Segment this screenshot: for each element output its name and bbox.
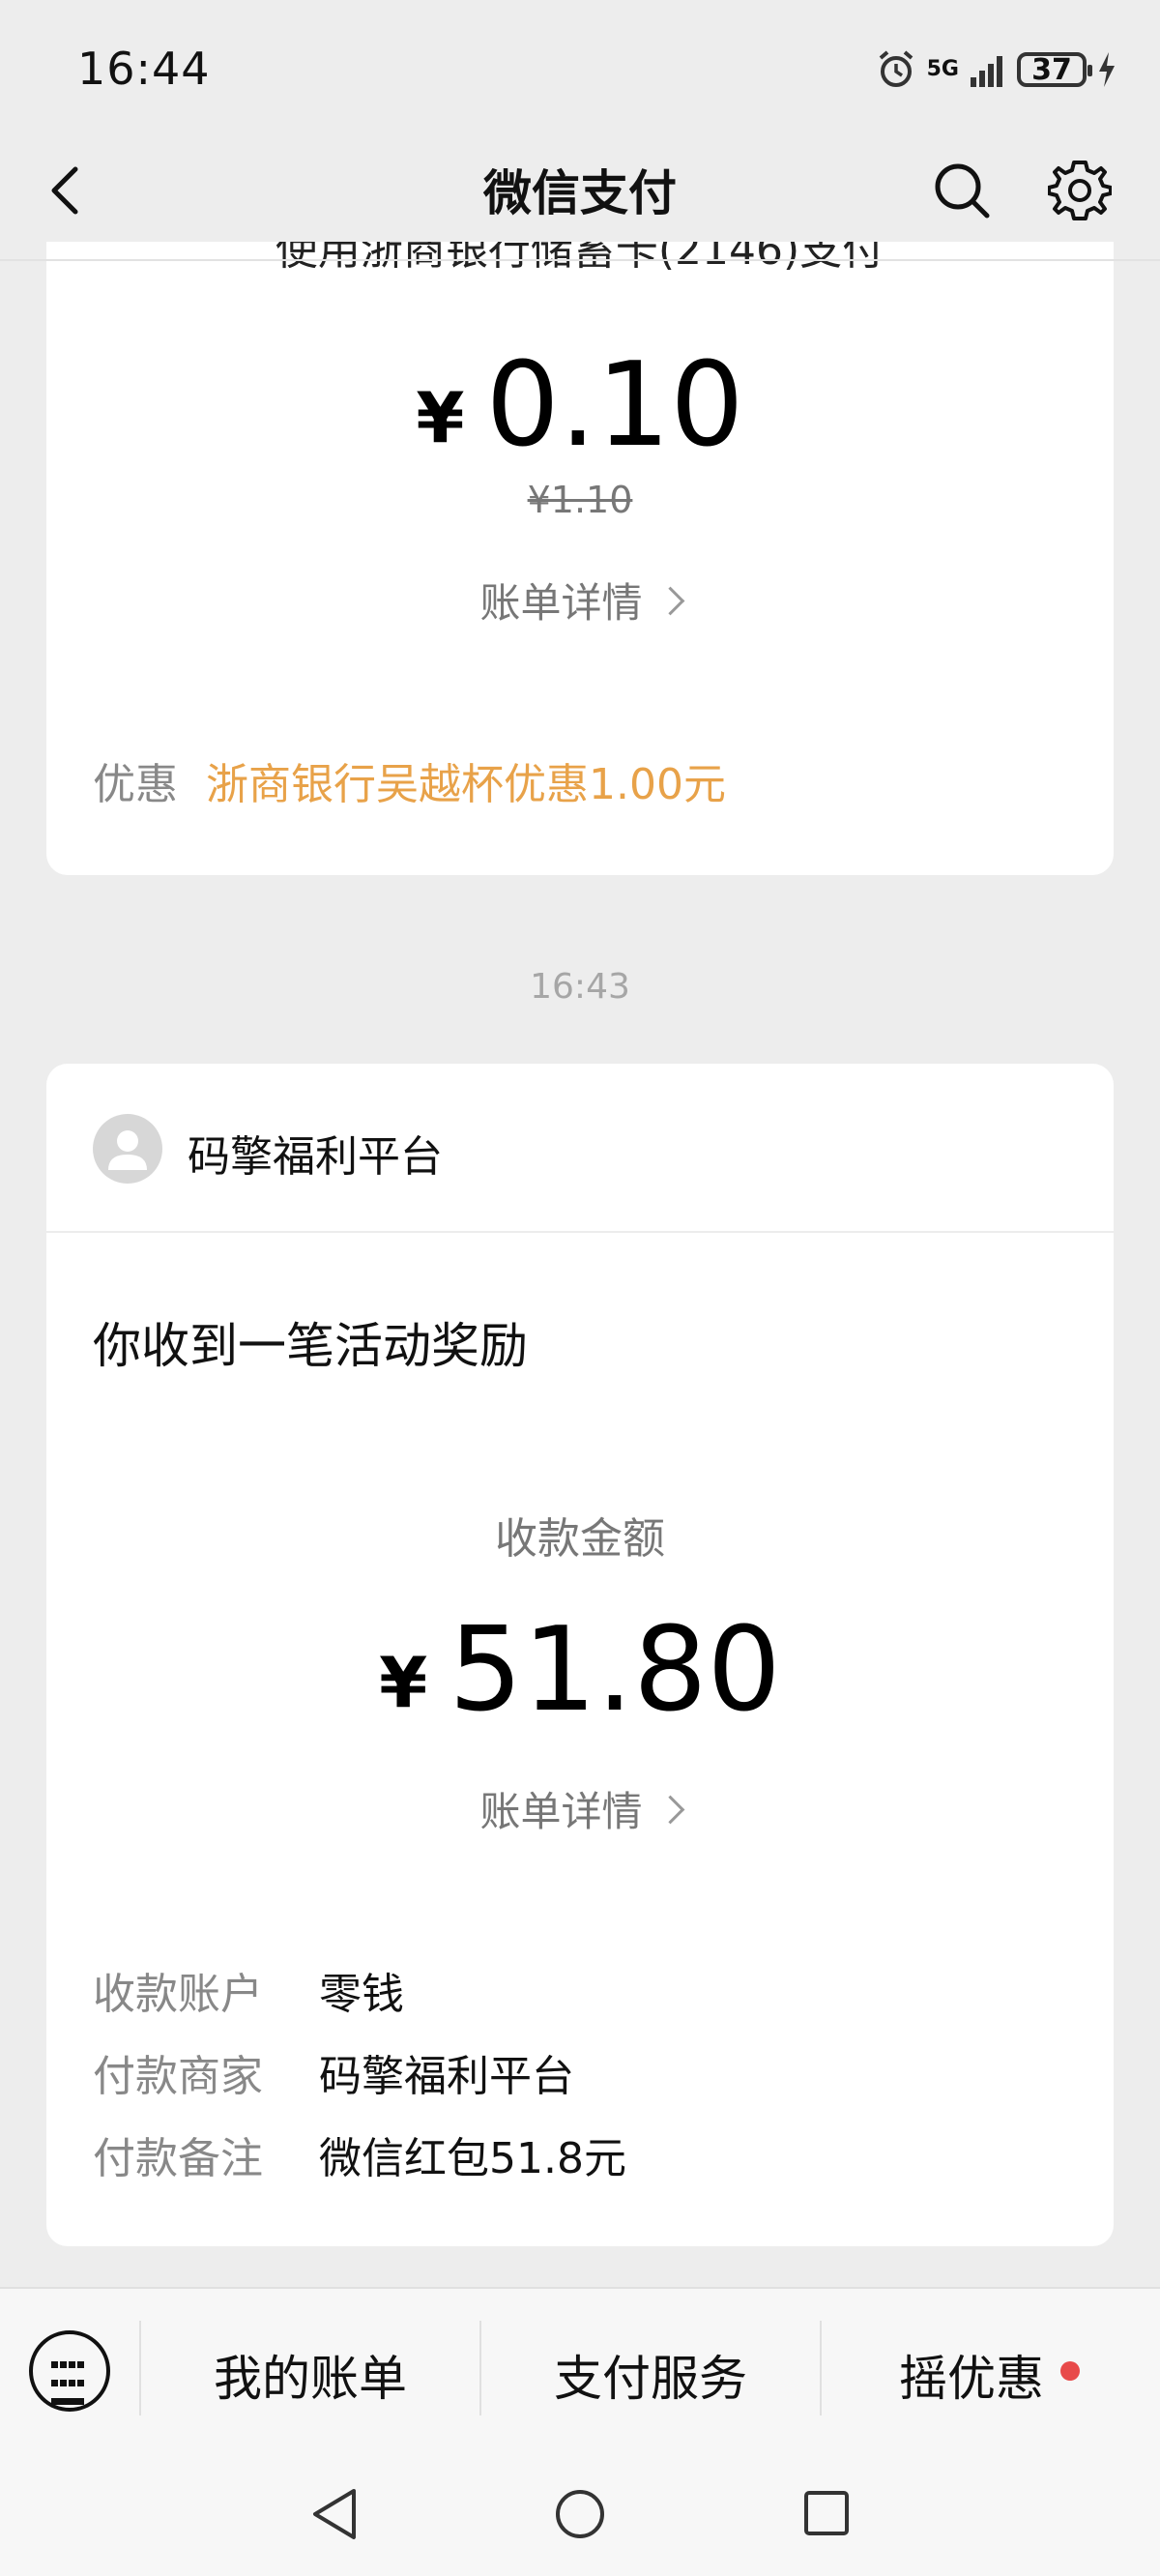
battery-icon: 37 [1017, 52, 1092, 87]
bill-detail-link[interactable]: 账单详情 [46, 571, 1114, 629]
currency-symbol: ¥ [416, 377, 465, 458]
keyboard-toggle-button[interactable] [29, 2330, 110, 2412]
payment-amount-value: 0.10 [485, 338, 744, 473]
card-divider [46, 1231, 1114, 1233]
discount-value: 浙商银行吴越杯优惠1.00元 [206, 760, 726, 809]
chevron-right-icon [655, 1795, 684, 1825]
system-recents-icon[interactable] [800, 2485, 855, 2543]
battery-level: 37 [1031, 52, 1072, 87]
network-type: 5G [926, 57, 959, 81]
keyboard-icon [51, 2356, 88, 2411]
original-amount: ¥1.10 [527, 479, 633, 521]
payment-method-clipped: 使用浙商银行储蓄卡(2146)支付 [0, 242, 1160, 290]
default-avatar-icon [108, 1130, 147, 1170]
currency-symbol: ¥ [379, 1642, 428, 1723]
message-timestamp: 16:43 [530, 967, 630, 1007]
system-home-icon[interactable] [553, 2485, 607, 2543]
status-time: 16:44 [77, 43, 211, 95]
info-value-merchant: 码擎福利平台 [319, 2052, 574, 2101]
info-value-remark: 微信红包51.8元 [319, 2134, 626, 2183]
bill-detail-link[interactable]: 账单详情 [46, 1779, 1114, 1838]
bill-detail-label: 账单详情 [479, 1788, 643, 1835]
alarm-icon [879, 50, 913, 87]
info-key-merchant: 付款商家 [93, 2052, 263, 2101]
info-key-remark: 付款备注 [93, 2134, 263, 2183]
bill-detail-label: 账单详情 [479, 579, 643, 627]
merchant-name[interactable]: 码擎福利平台 [188, 1122, 443, 1184]
discount-label: 优惠 [93, 760, 178, 809]
reward-headline: 你收到一笔活动奖励 [93, 1318, 528, 1374]
amount-label: 收款金额 [495, 1514, 665, 1564]
charging-icon [1099, 52, 1115, 87]
reward-amount-value: 51.80 [449, 1603, 781, 1738]
info-key-account: 收款账户 [93, 1970, 263, 2019]
chevron-right-icon [655, 586, 684, 616]
tab-my-bills[interactable]: 我的账单 [141, 2340, 479, 2410]
nav-divider [0, 259, 1160, 261]
gear-icon[interactable] [1048, 159, 1112, 222]
info-value-account: 零钱 [319, 1970, 404, 2019]
payment-amount: ¥0.10 [46, 338, 1114, 474]
notification-dot [1060, 2361, 1080, 2381]
search-icon[interactable] [931, 160, 993, 221]
avatar[interactable] [93, 1114, 162, 1184]
reward-amount: ¥51.80 [46, 1603, 1114, 1739]
tab-payment-services[interactable]: 支付服务 [481, 2340, 820, 2410]
system-back-icon[interactable] [307, 2485, 362, 2543]
signal-icon [971, 56, 1002, 87]
status-icons: 5G 37 [875, 44, 1117, 95]
